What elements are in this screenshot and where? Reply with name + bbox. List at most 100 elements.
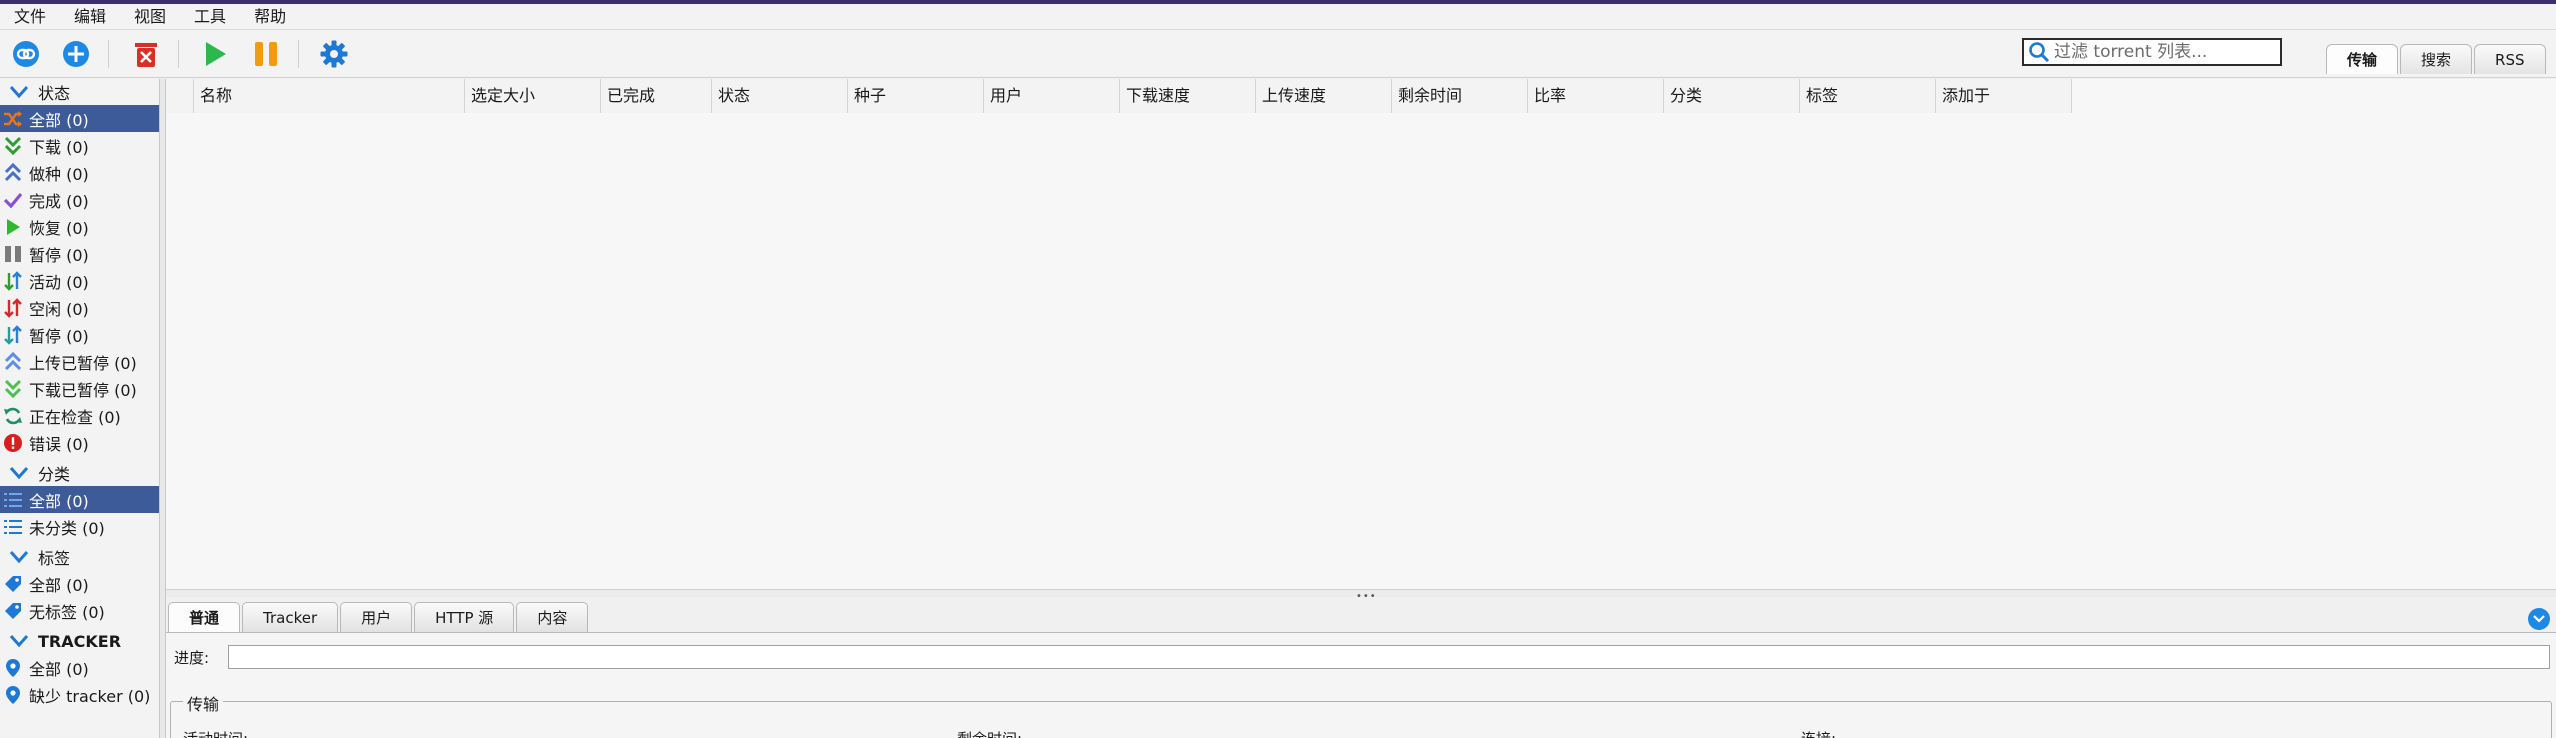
column-added-on[interactable]: 添加于 [1936, 79, 2072, 113]
collapse-panel-button[interactable] [2528, 608, 2550, 630]
tab-search[interactable]: 搜索 [2400, 44, 2473, 74]
column-up-speed[interactable]: 上传速度 [1256, 79, 1392, 113]
column-priority[interactable] [166, 79, 194, 113]
torrent-filter-search[interactable] [2022, 38, 2282, 66]
grip-icon: ••• [1356, 591, 1377, 602]
section-tags-header[interactable]: 标签 [0, 544, 159, 570]
double-chevron-up-light-icon [2, 351, 24, 373]
column-ratio[interactable]: 比率 [1528, 79, 1664, 113]
column-size[interactable]: 选定大小 [465, 79, 601, 113]
column-tags[interactable]: 标签 [1800, 79, 1936, 113]
status-paused[interactable]: 暂停 (0) [0, 240, 159, 267]
column-status[interactable]: 状态 [712, 79, 848, 113]
tag-untagged[interactable]: 无标签 (0) [0, 597, 159, 624]
menu-tools[interactable]: 工具 [180, 4, 240, 30]
status-download-paused-label: 下载已暂停 (0) [29, 380, 137, 400]
progress-bar [228, 645, 2550, 669]
transfer-groupbox: 传输 活动时间: 剩余时间: 连接: [170, 691, 2552, 738]
tag-icon [2, 573, 24, 595]
properties-tabs: 普通 Tracker 用户 HTTP 源 内容 [168, 602, 590, 632]
tab-trackers[interactable]: Tracker [242, 602, 339, 632]
trash-icon [135, 43, 157, 67]
section-trackers-title: TRACKER [38, 631, 122, 651]
properties-panel: 进度: 传输 活动时间: 剩余时间: 连接: [166, 632, 2556, 738]
column-dl-speed[interactable]: 下载速度 [1120, 79, 1256, 113]
tag-all-label: 全部 (0) [29, 575, 89, 595]
status-resumed[interactable]: 恢复 (0) [0, 213, 159, 240]
status-all[interactable]: 全部 (0) [0, 105, 159, 132]
add-link-button[interactable] [8, 36, 44, 72]
status-paused-label: 暂停 (0) [29, 245, 89, 265]
section-trackers-header[interactable]: TRACKER [0, 628, 159, 654]
shuffle-icon [2, 108, 24, 130]
column-name[interactable]: 名称 [194, 79, 465, 113]
column-seeds[interactable]: 种子 [848, 79, 984, 113]
section-tags-title: 标签 [38, 549, 71, 568]
status-stalled-label: 暂停 (0) [29, 326, 89, 346]
tag-all[interactable]: 全部 (0) [0, 570, 159, 597]
table-header: 名称 选定大小 已完成 状态 种子 用户 下载速度 上传速度 剩余时间 比率 分… [166, 79, 2072, 113]
status-active[interactable]: 活动 (0) [0, 267, 159, 294]
section-categories-title: 分类 [38, 465, 71, 484]
column-peers[interactable]: 用户 [984, 79, 1120, 113]
tab-content[interactable]: 内容 [516, 602, 589, 632]
progress-label: 进度: [174, 649, 210, 667]
filter-sidebar: 状态 全部 (0) 下载 (0) 做种 (0) 完成 (0) 恢复 (0) 暂停… [0, 79, 160, 738]
list-icon [2, 489, 24, 511]
plus-circle-icon [63, 41, 89, 67]
panel-splitter[interactable]: ••• [166, 589, 2556, 602]
tab-general[interactable]: 普通 [168, 602, 241, 632]
status-resumed-label: 恢复 (0) [29, 218, 89, 238]
torrent-table[interactable]: 名称 选定大小 已完成 状态 种子 用户 下载速度 上传速度 剩余时间 比率 分… [166, 79, 2556, 589]
category-all[interactable]: 全部 (0) [0, 486, 159, 513]
status-completed[interactable]: 完成 (0) [0, 186, 159, 213]
pause-button[interactable] [248, 36, 284, 72]
resume-button[interactable] [196, 36, 232, 72]
status-download-paused[interactable]: 下载已暂停 (0) [0, 375, 159, 402]
view-tabs: 传输 搜索 RSS [2326, 44, 2548, 74]
status-downloading[interactable]: 下载 (0) [0, 132, 159, 159]
tab-http-sources[interactable]: HTTP 源 [414, 602, 515, 632]
tab-peers[interactable]: 用户 [340, 602, 413, 632]
column-done[interactable]: 已完成 [601, 79, 712, 113]
menu-edit[interactable]: 编辑 [60, 4, 120, 30]
category-uncategorized-label: 未分类 (0) [29, 518, 105, 538]
status-completed-label: 完成 (0) [29, 191, 89, 211]
search-input[interactable] [2054, 42, 2276, 62]
section-status-header[interactable]: 状态 [0, 79, 159, 105]
status-active-label: 活动 (0) [29, 272, 89, 292]
double-chevron-up-icon [2, 162, 24, 184]
search-icon [2024, 40, 2054, 64]
delete-button[interactable] [128, 36, 164, 72]
category-uncategorized[interactable]: 未分类 (0) [0, 513, 159, 540]
tracker-all-label: 全部 (0) [29, 659, 89, 679]
section-categories-header[interactable]: 分类 [0, 460, 159, 486]
play-icon [2, 216, 24, 238]
menu-help[interactable]: 帮助 [240, 4, 300, 30]
tab-rss[interactable]: RSS [2474, 44, 2546, 74]
tracker-trackerless[interactable]: 缺少 tracker (0) [0, 681, 159, 708]
column-eta[interactable]: 剩余时间 [1392, 79, 1528, 113]
options-button[interactable] [316, 36, 352, 72]
tab-transfers[interactable]: 传输 [2326, 44, 2399, 74]
pause-icon [2, 243, 24, 265]
tracker-all[interactable]: 全部 (0) [0, 654, 159, 681]
tracker-trackerless-label: 缺少 tracker (0) [29, 686, 151, 706]
status-errored[interactable]: 错误 (0) [0, 429, 159, 456]
menu-view[interactable]: 视图 [120, 4, 180, 30]
status-errored-label: 错误 (0) [29, 434, 89, 454]
status-stalled[interactable]: 暂停 (0) [0, 321, 159, 348]
chevron-down-icon [8, 631, 30, 651]
status-checking[interactable]: 正在检查 (0) [0, 402, 159, 429]
column-category[interactable]: 分类 [1664, 79, 1800, 113]
status-seeding[interactable]: 做种 (0) [0, 159, 159, 186]
updown-arrows-icon [2, 270, 24, 292]
status-inactive[interactable]: 空闲 (0) [0, 294, 159, 321]
status-upload-paused[interactable]: 上传已暂停 (0) [0, 348, 159, 375]
menu-file[interactable]: 文件 [0, 4, 60, 30]
toolbar: 传输 搜索 RSS [0, 30, 2556, 78]
updown-arrows-red-icon [2, 297, 24, 319]
add-torrent-button[interactable] [58, 36, 94, 72]
category-all-label: 全部 (0) [29, 491, 89, 511]
refresh-icon [2, 405, 24, 427]
